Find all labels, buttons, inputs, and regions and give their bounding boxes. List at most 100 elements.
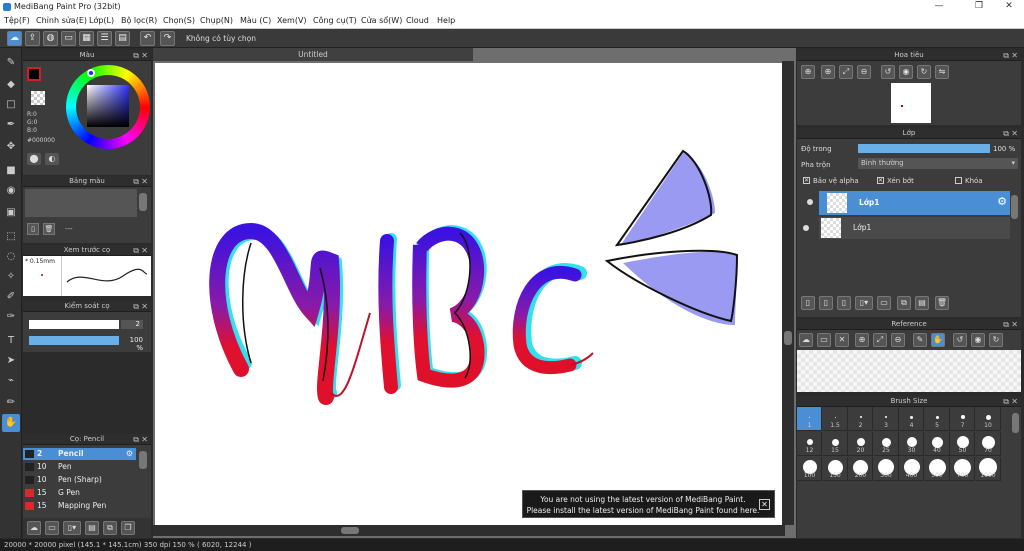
pen-tool-icon[interactable]: ✒ — [2, 116, 20, 134]
close-panel-icon[interactable]: ✕ — [141, 301, 148, 312]
brush-size-cell[interactable]: 20 — [848, 432, 873, 456]
float-icon[interactable]: ⧉ — [1003, 50, 1009, 61]
maximize-icon[interactable]: ❐ — [964, 0, 994, 14]
brush-size-cell[interactable]: 100 — [797, 457, 822, 481]
folder-icon[interactable]: ▭ — [877, 296, 891, 310]
gear-icon[interactable]: ⚙ — [997, 195, 1007, 208]
minimize-icon[interactable]: — — [924, 0, 954, 14]
float-icon[interactable]: ⧉ — [133, 245, 139, 256]
brush-tool-icon[interactable]: ✎ — [2, 54, 20, 72]
float-icon[interactable]: ⧉ — [1003, 396, 1009, 407]
zoom-out-icon[interactable]: ⊖ — [891, 333, 905, 347]
float-icon[interactable]: ⧉ — [133, 301, 139, 312]
fit-icon[interactable]: ⤢ — [839, 65, 853, 79]
upload-icon[interactable]: ⇪ — [25, 31, 40, 46]
brush-size-cell[interactable]: 700 — [950, 457, 975, 481]
protect-alpha-checkbox[interactable]: ✕ — [803, 177, 810, 184]
float-icon[interactable]: ⧉ — [1003, 319, 1009, 330]
brush-size-cell[interactable]: 40 — [924, 432, 950, 456]
rect-tool-icon[interactable]: □ — [2, 96, 20, 114]
brush-size-cell[interactable]: 500 — [924, 457, 950, 481]
brush-size-cell[interactable]: 7 — [950, 407, 975, 431]
menu-view[interactable]: Xem(V) — [277, 16, 307, 25]
delete-palette-icon[interactable]: 🗑 — [43, 223, 55, 235]
close-panel-icon[interactable]: ✕ — [141, 245, 148, 256]
eyedropper-icon[interactable]: ✏ — [2, 394, 20, 412]
brush-size-cell[interactable]: 50 — [950, 432, 975, 456]
canvas-tab[interactable]: Untitled — [153, 48, 473, 61]
brush-size-cell[interactable]: 4 — [899, 407, 924, 431]
brush-size-cell[interactable]: 25 — [873, 432, 899, 456]
grid-icon[interactable]: ▦ — [79, 31, 94, 46]
cloud-icon[interactable]: ☁ — [799, 333, 813, 347]
brush-list-scrollbar[interactable] — [139, 451, 147, 469]
merge-down-icon[interactable]: ▤ — [915, 296, 929, 310]
brush-size-cell[interactable]: 12 — [797, 432, 822, 456]
lasso-tool-icon[interactable]: ◌ — [2, 248, 20, 266]
magic-wand-icon[interactable]: ✧ — [2, 268, 20, 286]
brush-item-mapping-pen[interactable]: 15 Mapping Pen — [23, 500, 136, 512]
gear-icon[interactable]: ⚙ — [126, 449, 133, 458]
brush-size-cell[interactable]: 1 — [797, 407, 822, 431]
reset-view-icon[interactable]: ◉ — [899, 65, 913, 79]
float-icon[interactable]: ⧉ — [133, 434, 139, 445]
layer-row[interactable]: Lớp1 — [819, 217, 1010, 239]
brush-size-cell[interactable]: 1000 — [975, 457, 1001, 481]
close-panel-icon[interactable]: ✕ — [141, 50, 148, 61]
brush-item-pen-sharp[interactable]: 10 Pen (Sharp) — [23, 474, 136, 486]
rotate-right-icon[interactable]: ↻ — [989, 333, 1003, 347]
layer-name[interactable]: Lớp1 — [859, 198, 880, 207]
close-panel-icon[interactable]: ✕ — [1011, 50, 1018, 61]
chat-icon[interactable]: ▭ — [61, 31, 76, 46]
delete-layer-icon[interactable]: 🗑 — [935, 296, 949, 310]
float-icon[interactable]: ⧉ — [133, 50, 139, 61]
close-panel-icon[interactable]: ✕ — [141, 176, 148, 187]
zoom-in-icon[interactable]: ⊕ — [801, 65, 815, 79]
color-picker-icon[interactable]: ◐ — [45, 153, 59, 165]
clipping-checkbox[interactable]: ✕ — [877, 177, 884, 184]
duplicate-layer-icon[interactable]: ⧉ — [897, 296, 911, 310]
layer-scrollbar[interactable] — [1011, 195, 1018, 219]
vertical-scrollbar[interactable] — [782, 61, 794, 525]
visibility-icon[interactable] — [807, 199, 813, 205]
float-icon[interactable]: ⧉ — [133, 176, 139, 187]
brush-size-cell[interactable]: 3 — [873, 407, 899, 431]
close-panel-icon[interactable]: ✕ — [1011, 319, 1018, 330]
brush-width-value[interactable]: 2 — [121, 320, 143, 329]
flip-icon[interactable]: ⇋ — [935, 65, 949, 79]
menu-tools[interactable]: Công cụ(T) — [313, 16, 357, 25]
layer-name[interactable]: Lớp1 — [853, 223, 871, 232]
menu-select[interactable]: Chọn(S) — [163, 16, 195, 25]
brush-settings-icon[interactable]: ▤ — [85, 521, 99, 535]
background-color-swatch[interactable] — [31, 91, 45, 105]
menu-cloud[interactable]: Cloud — [406, 16, 429, 25]
reference-image-area[interactable] — [797, 350, 1021, 392]
update-notification[interactable]: You are not using the latest version of … — [522, 490, 775, 518]
visibility-icon[interactable] — [803, 225, 809, 231]
fit-icon[interactable]: ⤢ — [873, 333, 887, 347]
palette-icon[interactable]: ⬤ — [27, 153, 41, 165]
blend-mode-select[interactable]: Bình thường ▾ — [858, 158, 1018, 169]
brush-size-cell[interactable]: 400 — [899, 457, 924, 481]
menu-capture[interactable]: Chụp(N) — [200, 16, 233, 25]
brush-size-cell[interactable]: 200 — [848, 457, 873, 481]
menu-filter[interactable]: Bộ lọc(R) — [121, 16, 157, 25]
undo-icon[interactable]: ↶ — [140, 31, 155, 46]
brush-opacity-slider[interactable] — [29, 336, 119, 345]
close-panel-icon[interactable]: ✕ — [1011, 396, 1018, 407]
lock-checkbox[interactable] — [955, 177, 962, 184]
layout-icon[interactable]: ▤ — [115, 31, 130, 46]
brush-width-slider[interactable] — [29, 320, 119, 329]
gradient-tool-icon[interactable]: ▣ — [2, 204, 20, 222]
brush-size-cell[interactable]: 30 — [899, 432, 924, 456]
duplicate-brush-icon[interactable]: ⧉ — [103, 521, 117, 535]
notification-line-2[interactable]: Please install the latest version of Med… — [523, 506, 763, 515]
bucket-tool-icon[interactable]: ◉ — [2, 182, 20, 200]
zoom-in-icon[interactable]: ⊕ — [855, 333, 869, 347]
menu-edit[interactable]: Chỉnh sửa(E) — [36, 16, 87, 25]
eraser-tool-icon[interactable]: ◆ — [2, 76, 20, 94]
palette-swatches[interactable] — [25, 189, 137, 217]
hand-tool-icon[interactable]: ✋ — [2, 414, 20, 432]
operation-tool-icon[interactable]: ➤ — [2, 352, 20, 370]
dropper-tool-icon[interactable]: ⌁ — [2, 372, 20, 390]
